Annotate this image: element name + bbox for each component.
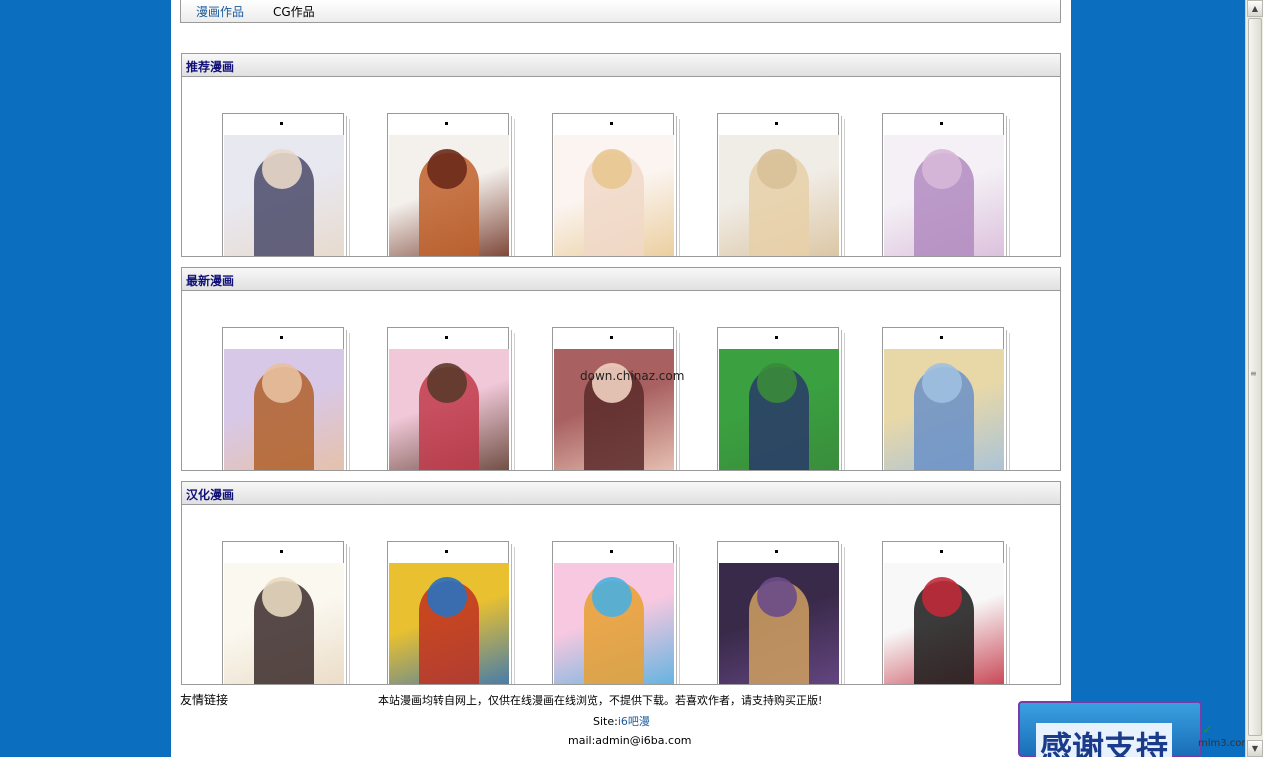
manga-cover-image[interactable] [224,135,344,256]
cover-figure-head [922,149,962,189]
manga-cover-image[interactable] [389,563,509,684]
card-dot-icon [280,122,283,125]
card-dot-icon [940,122,943,125]
cover-figure-head [922,363,962,403]
footer-mail: mail:admin@i6ba.com [568,734,692,747]
manga-cover-image[interactable] [884,135,1004,256]
manga-cover-image[interactable] [719,563,839,684]
section-0: 推荐漫画 [181,53,1061,257]
thanks-badge[interactable]: 感谢支持 [1018,701,1202,757]
section-header: 最新漫画 [182,267,1060,291]
manga-card[interactable] [222,541,344,684]
corner-logo-icon: ✓ [1202,722,1214,738]
manga-card[interactable] [882,541,1004,684]
manga-card[interactable] [222,113,344,256]
cover-figure-head [262,363,302,403]
card-dot-icon [445,550,448,553]
cover-figure-head [262,577,302,617]
section-title: 最新漫画 [186,274,235,288]
section-title: 推荐漫画 [186,60,235,74]
thanks-badge-label: 感谢支持 [1036,723,1173,757]
scroll-down-icon[interactable]: ▼ [1247,740,1263,757]
card-dot-icon [940,550,943,553]
card-dot-icon [775,550,778,553]
section-title: 汉化漫画 [186,488,235,502]
manga-card[interactable] [222,327,344,470]
footer-site-link[interactable]: i6吧漫 [618,715,650,728]
section-header: 汉化漫画 [182,481,1060,505]
cover-figure-head [592,149,632,189]
footer-site: Site:i6吧漫 [593,713,650,729]
manga-cover-image[interactable] [554,349,674,470]
manga-card[interactable] [552,113,674,256]
section-2: 汉化漫画 [181,481,1061,685]
card-dot-icon [280,336,283,339]
cover-figure-head [427,577,467,617]
card-dot-icon [445,122,448,125]
footer-notice: 本站漫画均转自网上，仅供在线漫画在线浏览，不提供下载。若喜欢作者，请支持购买正版… [378,694,823,707]
manga-card[interactable] [387,541,509,684]
card-dot-icon [775,122,778,125]
manga-cover-image[interactable] [554,563,674,684]
cover-figure-head [427,363,467,403]
manga-cover-image[interactable] [719,135,839,256]
manga-card[interactable] [717,327,839,470]
manga-cover-image[interactable] [719,349,839,470]
cover-figure-head [757,149,797,189]
manga-cover-image[interactable] [224,563,344,684]
section-header: 推荐漫画 [182,53,1060,77]
nav-item-cg[interactable]: CG作品 [273,3,315,20]
manga-card[interactable] [882,113,1004,256]
manga-card[interactable] [552,327,674,470]
footer-site-label: Site: [593,715,618,728]
manga-card[interactable] [387,327,509,470]
cover-figure-head [922,577,962,617]
friend-links-label: 友情链接 [180,693,229,707]
cover-figure-head [262,149,302,189]
manga-cover-image[interactable] [554,135,674,256]
nav-item-manga[interactable]: 漫画作品 [196,3,244,20]
cover-figure-head [592,577,632,617]
card-dot-icon [610,336,613,339]
cover-figure-head [427,149,467,189]
manga-card[interactable] [717,541,839,684]
cover-figure-head [757,363,797,403]
manga-card[interactable] [882,327,1004,470]
top-nav: 漫画作品 CG作品 [180,0,1061,23]
manga-cover-image[interactable] [884,349,1004,470]
card-dot-icon [610,122,613,125]
manga-cover-image[interactable] [389,349,509,470]
scroll-up-icon[interactable]: ▲ [1247,0,1263,17]
card-dot-icon [940,336,943,339]
watermark-text: down.chinaz.com [580,369,685,383]
manga-card[interactable] [717,113,839,256]
card-dot-icon [610,550,613,553]
manga-card[interactable] [552,541,674,684]
manga-cover-image[interactable] [389,135,509,256]
manga-cover-image[interactable] [224,349,344,470]
vertical-scrollbar[interactable]: ▲ ≡ ▼ [1245,0,1263,757]
card-dot-icon [280,550,283,553]
card-dot-icon [445,336,448,339]
cover-figure-head [757,577,797,617]
card-dot-icon [775,336,778,339]
manga-card[interactable] [387,113,509,256]
manga-cover-image[interactable] [884,563,1004,684]
scroll-grip-icon: ≡ [1250,369,1257,378]
corner-site-text: mlm3.com [1198,738,1252,749]
